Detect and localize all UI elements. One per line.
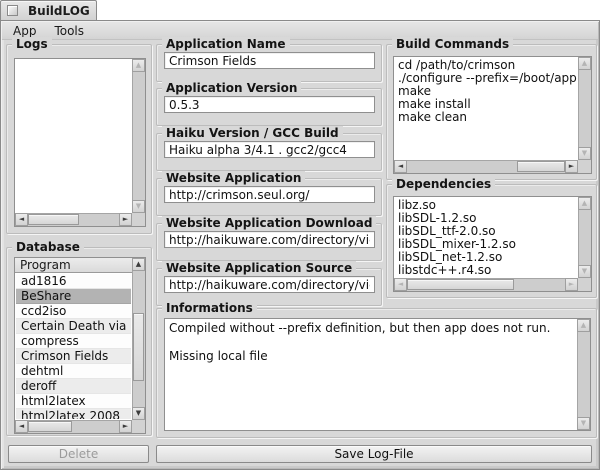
build-commands-vertical-scrollbar[interactable]: ▲ ▼ bbox=[578, 57, 591, 160]
database-rows: ad1816 BeShare ccd2iso Certain Death via… bbox=[16, 274, 131, 419]
list-item[interactable]: html2latex 2008 bbox=[16, 409, 131, 419]
scroll-up-icon[interactable]: ▲ bbox=[578, 57, 591, 70]
dependencies-text: libz.so libSDL-1.2.so libSDL_ttf-2.0.so … bbox=[395, 198, 577, 277]
screen: BuildLOG App Tools Logs ▲ ▼ ◄ ► bbox=[0, 0, 600, 470]
logs-group-label: Logs bbox=[12, 37, 52, 51]
informations-text: Compiled without --prefix definition, bu… bbox=[166, 320, 576, 429]
build-commands-textarea[interactable]: cd /path/to/crimson ./configure --prefix… bbox=[393, 56, 592, 174]
website-download-label: Website Application Download bbox=[162, 216, 376, 230]
logs-vertical-scrollbar[interactable]: ▲ ▼ bbox=[132, 59, 145, 213]
dependencies-group: Dependencies libz.so libSDL-1.2.so libSD… bbox=[386, 184, 597, 298]
scrollbar-thumb[interactable] bbox=[28, 421, 72, 432]
scroll-down-icon[interactable]: ▼ bbox=[577, 417, 590, 430]
list-item[interactable]: html2latex bbox=[16, 394, 131, 409]
website-download-group: Website Application Download bbox=[156, 223, 382, 261]
informations-group: Informations Compiled without --prefix d… bbox=[156, 308, 597, 438]
scroll-up-icon[interactable]: ▲ bbox=[132, 59, 145, 72]
scroll-up-icon[interactable]: ▲ bbox=[132, 258, 145, 271]
logs-group: Logs ▲ ▼ ◄ ► bbox=[6, 44, 152, 234]
scroll-down-icon[interactable]: ▼ bbox=[578, 147, 591, 160]
informations-label: Informations bbox=[162, 301, 257, 315]
scroll-right-icon[interactable]: ► bbox=[565, 278, 578, 291]
list-item[interactable]: compress bbox=[16, 334, 131, 349]
text-line: Missing local file bbox=[169, 349, 573, 363]
scroll-down-icon[interactable]: ▼ bbox=[132, 407, 145, 420]
text-line: make clean bbox=[398, 111, 574, 124]
logs-list[interactable]: ▲ ▼ ◄ ► bbox=[14, 58, 146, 227]
logs-horizontal-scrollbar[interactable]: ◄ ► bbox=[15, 213, 132, 226]
dependencies-textarea[interactable]: libz.so libSDL-1.2.so libSDL_ttf-2.0.so … bbox=[393, 196, 592, 292]
text-line bbox=[169, 335, 573, 349]
haiku-version-group: Haiku Version / GCC Build bbox=[156, 133, 382, 171]
scrollbar-corner bbox=[578, 278, 591, 291]
scroll-left-icon[interactable]: ◄ bbox=[394, 160, 407, 173]
scrollbar-corner bbox=[132, 420, 145, 433]
scroll-left-icon[interactable]: ◄ bbox=[394, 278, 407, 291]
dependencies-vertical-scrollbar[interactable]: ▲ ▼ bbox=[578, 197, 591, 278]
database-horizontal-scrollbar[interactable]: ◄ ► bbox=[15, 420, 132, 433]
scroll-down-icon[interactable]: ▼ bbox=[132, 200, 145, 213]
database-vertical-scrollbar[interactable]: ▲ ▼ bbox=[132, 258, 145, 420]
list-item-selected[interactable]: BeShare bbox=[16, 289, 131, 304]
build-commands-horizontal-scrollbar[interactable]: ◄ ► bbox=[394, 160, 578, 173]
haiku-version-input[interactable] bbox=[164, 141, 375, 158]
scrollbar-corner bbox=[578, 160, 591, 173]
close-icon[interactable] bbox=[7, 5, 18, 16]
application-version-group: Application Version bbox=[156, 88, 382, 126]
build-commands-group: Build Commands cd /path/to/crimson ./con… bbox=[386, 44, 597, 180]
build-commands-text: cd /path/to/crimson ./configure --prefix… bbox=[395, 58, 577, 159]
window-tab[interactable]: BuildLOG bbox=[0, 0, 97, 20]
website-application-input[interactable] bbox=[164, 186, 375, 203]
scroll-left-icon[interactable]: ◄ bbox=[15, 213, 28, 226]
main-window: App Tools Logs ▲ ▼ ◄ ► Database bbox=[0, 20, 600, 470]
text-line: Compiled without --prefix definition, bu… bbox=[169, 321, 573, 335]
informations-textarea[interactable]: Compiled without --prefix definition, bu… bbox=[164, 318, 591, 431]
database-list[interactable]: Program ad1816 BeShare ccd2iso Certain D… bbox=[14, 257, 146, 434]
application-name-label: Application Name bbox=[162, 37, 290, 51]
application-version-label: Application Version bbox=[162, 81, 301, 95]
application-version-input[interactable] bbox=[164, 96, 375, 113]
website-application-label: Website Application bbox=[162, 171, 305, 185]
website-download-input[interactable] bbox=[164, 231, 375, 248]
informations-vertical-scrollbar[interactable]: ▲ ▼ bbox=[577, 319, 590, 430]
database-group: Database Program ad1816 BeShare ccd2iso … bbox=[6, 247, 152, 436]
list-item[interactable]: ccd2iso bbox=[16, 304, 131, 319]
build-commands-label: Build Commands bbox=[392, 37, 513, 51]
application-name-group: Application Name bbox=[156, 44, 382, 82]
scroll-up-icon[interactable]: ▲ bbox=[578, 197, 591, 210]
delete-button[interactable]: Delete bbox=[8, 445, 149, 463]
scrollbar-thumb[interactable] bbox=[407, 279, 514, 290]
scrollbar-thumb[interactable] bbox=[517, 161, 565, 172]
scroll-right-icon[interactable]: ► bbox=[119, 420, 132, 433]
scrollbar-thumb[interactable] bbox=[133, 313, 144, 381]
dependencies-label: Dependencies bbox=[392, 177, 495, 191]
website-application-group: Website Application bbox=[156, 178, 382, 216]
list-item[interactable]: deroff bbox=[16, 379, 131, 394]
dependencies-horizontal-scrollbar[interactable]: ◄ ► bbox=[394, 278, 578, 291]
window-title: BuildLOG bbox=[28, 4, 90, 18]
website-source-label: Website Application Source bbox=[162, 261, 356, 275]
menu-tools[interactable]: Tools bbox=[52, 24, 86, 38]
menu-app[interactable]: App bbox=[11, 24, 38, 38]
scroll-left-icon[interactable]: ◄ bbox=[15, 420, 28, 433]
scroll-right-icon[interactable]: ► bbox=[565, 160, 578, 173]
scrollbar-corner bbox=[132, 213, 145, 226]
database-group-label: Database bbox=[12, 240, 84, 254]
website-source-input[interactable] bbox=[164, 276, 375, 293]
haiku-version-label: Haiku Version / GCC Build bbox=[162, 126, 343, 140]
list-item[interactable]: ad1816 bbox=[16, 274, 131, 289]
scrollbar-thumb[interactable] bbox=[28, 214, 79, 225]
application-name-input[interactable] bbox=[164, 52, 375, 69]
list-item[interactable]: Crimson Fields bbox=[16, 349, 131, 364]
scroll-down-icon[interactable]: ▼ bbox=[578, 265, 591, 278]
scroll-right-icon[interactable]: ► bbox=[119, 213, 132, 226]
scroll-up-icon[interactable]: ▲ bbox=[577, 319, 590, 332]
list-item[interactable]: Certain Death via Space bbox=[16, 319, 131, 334]
save-logfile-button[interactable]: Save Log-File bbox=[156, 445, 592, 463]
list-item[interactable]: dehtml bbox=[16, 364, 131, 379]
database-column-header[interactable]: Program bbox=[15, 258, 145, 273]
